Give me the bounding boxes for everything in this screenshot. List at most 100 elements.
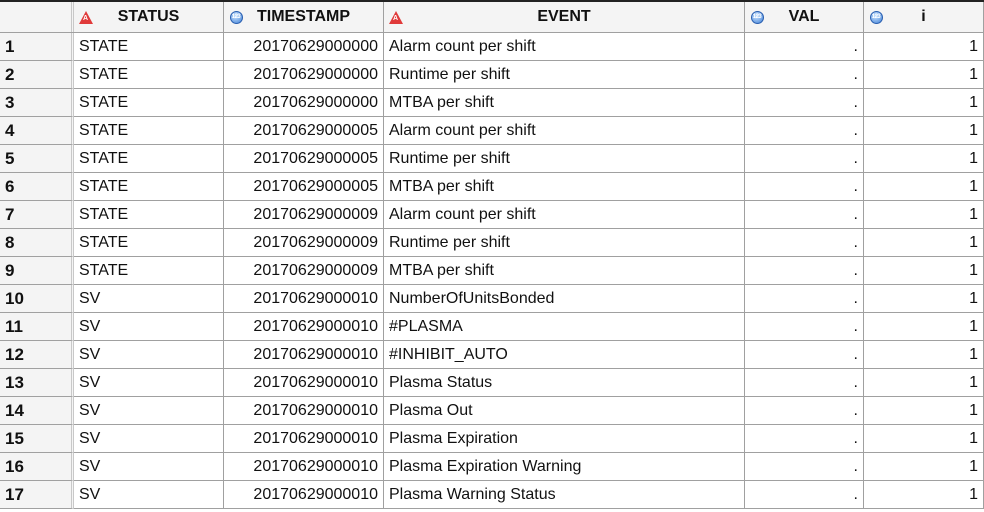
- table-row[interactable]: 9 STATE 20170629000009 MTBA per shift . …: [0, 257, 984, 285]
- row-number[interactable]: 15: [0, 425, 74, 453]
- cell-event[interactable]: Alarm count per shift: [384, 201, 745, 229]
- cell-status[interactable]: SV: [74, 453, 224, 481]
- cell-i[interactable]: 1: [864, 425, 984, 453]
- row-number[interactable]: 2: [0, 61, 74, 89]
- table-row[interactable]: 10 SV 20170629000010 NumberOfUnitsBonded…: [0, 285, 984, 313]
- table-row[interactable]: 3 STATE 20170629000000 MTBA per shift . …: [0, 89, 984, 117]
- row-number[interactable]: 13: [0, 369, 74, 397]
- cell-event[interactable]: Alarm count per shift: [384, 117, 745, 145]
- cell-timestamp[interactable]: 20170629000010: [224, 397, 384, 425]
- cell-status[interactable]: STATE: [74, 201, 224, 229]
- row-number[interactable]: 7: [0, 201, 74, 229]
- column-header-status[interactable]: A STATUS: [74, 2, 224, 32]
- row-number[interactable]: 17: [0, 481, 74, 509]
- cell-i[interactable]: 1: [864, 341, 984, 369]
- cell-timestamp[interactable]: 20170629000010: [224, 313, 384, 341]
- cell-timestamp[interactable]: 20170629000010: [224, 425, 384, 453]
- row-number[interactable]: 12: [0, 341, 74, 369]
- cell-status[interactable]: SV: [74, 397, 224, 425]
- cell-i[interactable]: 1: [864, 229, 984, 257]
- cell-status[interactable]: SV: [74, 425, 224, 453]
- cell-i[interactable]: 1: [864, 89, 984, 117]
- cell-val[interactable]: .: [745, 201, 864, 229]
- cell-val[interactable]: .: [745, 145, 864, 173]
- cell-timestamp[interactable]: 20170629000010: [224, 481, 384, 509]
- cell-timestamp[interactable]: 20170629000000: [224, 61, 384, 89]
- cell-i[interactable]: 1: [864, 145, 984, 173]
- cell-event[interactable]: Runtime per shift: [384, 145, 745, 173]
- cell-i[interactable]: 1: [864, 397, 984, 425]
- table-row[interactable]: 5 STATE 20170629000005 Runtime per shift…: [0, 145, 984, 173]
- cell-event[interactable]: #INHIBIT_AUTO: [384, 341, 745, 369]
- row-number[interactable]: 6: [0, 173, 74, 201]
- cell-timestamp[interactable]: 20170629000009: [224, 257, 384, 285]
- cell-val[interactable]: .: [745, 425, 864, 453]
- cell-event[interactable]: Plasma Out: [384, 397, 745, 425]
- cell-val[interactable]: .: [745, 173, 864, 201]
- row-number[interactable]: 10: [0, 285, 74, 313]
- cell-event[interactable]: MTBA per shift: [384, 257, 745, 285]
- cell-val[interactable]: .: [745, 369, 864, 397]
- cell-event[interactable]: Runtime per shift: [384, 61, 745, 89]
- table-row[interactable]: 6 STATE 20170629000005 MTBA per shift . …: [0, 173, 984, 201]
- cell-event[interactable]: NumberOfUnitsBonded: [384, 285, 745, 313]
- cell-status[interactable]: STATE: [74, 257, 224, 285]
- table-row[interactable]: 15 SV 20170629000010 Plasma Expiration .…: [0, 425, 984, 453]
- cell-status[interactable]: SV: [74, 369, 224, 397]
- cell-val[interactable]: .: [745, 33, 864, 61]
- cell-status[interactable]: SV: [74, 341, 224, 369]
- row-number-header[interactable]: [0, 2, 74, 32]
- cell-i[interactable]: 1: [864, 453, 984, 481]
- cell-i[interactable]: 1: [864, 117, 984, 145]
- cell-timestamp[interactable]: 20170629000010: [224, 285, 384, 313]
- column-header-val[interactable]: 123 VAL: [745, 2, 864, 32]
- cell-status[interactable]: SV: [74, 481, 224, 509]
- cell-status[interactable]: SV: [74, 313, 224, 341]
- cell-timestamp[interactable]: 20170629000010: [224, 453, 384, 481]
- cell-i[interactable]: 1: [864, 33, 984, 61]
- cell-timestamp[interactable]: 20170629000009: [224, 229, 384, 257]
- cell-i[interactable]: 1: [864, 481, 984, 509]
- cell-status[interactable]: STATE: [74, 229, 224, 257]
- cell-timestamp[interactable]: 20170629000005: [224, 117, 384, 145]
- table-row[interactable]: 8 STATE 20170629000009 Runtime per shift…: [0, 229, 984, 257]
- cell-val[interactable]: .: [745, 397, 864, 425]
- cell-event[interactable]: #PLASMA: [384, 313, 745, 341]
- table-row[interactable]: 14 SV 20170629000010 Plasma Out . 1: [0, 397, 984, 425]
- cell-event[interactable]: Plasma Expiration Warning: [384, 453, 745, 481]
- cell-i[interactable]: 1: [864, 257, 984, 285]
- cell-timestamp[interactable]: 20170629000005: [224, 145, 384, 173]
- table-row[interactable]: 1 STATE 20170629000000 Alarm count per s…: [0, 33, 984, 61]
- cell-val[interactable]: .: [745, 257, 864, 285]
- column-header-timestamp[interactable]: 123 TIMESTAMP: [224, 2, 384, 32]
- cell-event[interactable]: Plasma Expiration: [384, 425, 745, 453]
- cell-i[interactable]: 1: [864, 313, 984, 341]
- row-number[interactable]: 1: [0, 33, 74, 61]
- table-row[interactable]: 16 SV 20170629000010 Plasma Expiration W…: [0, 453, 984, 481]
- cell-event[interactable]: Plasma Warning Status: [384, 481, 745, 509]
- cell-val[interactable]: .: [745, 229, 864, 257]
- cell-timestamp[interactable]: 20170629000005: [224, 173, 384, 201]
- cell-i[interactable]: 1: [864, 201, 984, 229]
- cell-status[interactable]: STATE: [74, 33, 224, 61]
- table-row[interactable]: 4 STATE 20170629000005 Alarm count per s…: [0, 117, 984, 145]
- cell-i[interactable]: 1: [864, 61, 984, 89]
- column-header-event[interactable]: A EVENT: [384, 2, 745, 32]
- row-number[interactable]: 5: [0, 145, 74, 173]
- cell-val[interactable]: .: [745, 61, 864, 89]
- cell-i[interactable]: 1: [864, 173, 984, 201]
- cell-val[interactable]: .: [745, 341, 864, 369]
- cell-event[interactable]: Runtime per shift: [384, 229, 745, 257]
- column-header-i[interactable]: 123 i: [864, 2, 984, 32]
- cell-event[interactable]: Plasma Status: [384, 369, 745, 397]
- cell-status[interactable]: SV: [74, 285, 224, 313]
- cell-val[interactable]: .: [745, 453, 864, 481]
- cell-val[interactable]: .: [745, 117, 864, 145]
- cell-event[interactable]: MTBA per shift: [384, 173, 745, 201]
- table-row[interactable]: 11 SV 20170629000010 #PLASMA . 1: [0, 313, 984, 341]
- cell-timestamp[interactable]: 20170629000010: [224, 369, 384, 397]
- row-number[interactable]: 16: [0, 453, 74, 481]
- cell-status[interactable]: STATE: [74, 61, 224, 89]
- row-number[interactable]: 11: [0, 313, 74, 341]
- cell-val[interactable]: .: [745, 313, 864, 341]
